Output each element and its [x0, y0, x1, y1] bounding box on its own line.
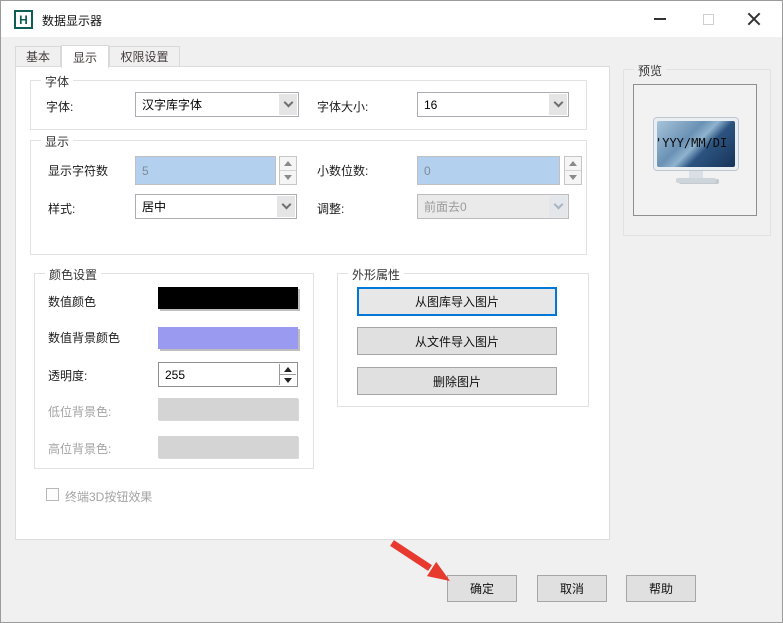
value-bg-color-swatch[interactable] — [158, 327, 298, 349]
decimals-down-icon[interactable] — [565, 171, 581, 184]
low-bg-color-swatch — [158, 398, 298, 420]
decimals-field[interactable]: 0 — [417, 156, 560, 185]
high-bg-color-swatch — [158, 436, 298, 458]
display-group-title: 显示 — [41, 133, 73, 150]
dialog-window: H 数据显示器 基本 显示 权限设置 字体 字体: 汉字库字体 字体大小: 16 — [0, 0, 783, 623]
ok-button-label: 确定 — [470, 580, 494, 597]
close-button[interactable] — [739, 5, 769, 33]
delete-image-button[interactable]: 删除图片 — [357, 367, 557, 395]
tab-basic-label: 基本 — [26, 48, 50, 65]
tab-display-label: 显示 — [73, 49, 97, 66]
adjust-select: 前面去0 — [417, 194, 569, 219]
preview-display-text: 'YYY/MM/DI — [655, 136, 727, 150]
adjust-dropdown-icon — [549, 196, 567, 217]
opacity-up-icon[interactable] — [280, 364, 296, 375]
font-size-dropdown-icon[interactable] — [549, 94, 567, 115]
style-select-value: 居中 — [142, 198, 166, 215]
cancel-button-label: 取消 — [560, 580, 584, 597]
font-select-dropdown-icon[interactable] — [279, 94, 297, 115]
minimize-icon — [654, 18, 666, 20]
tab-permissions[interactable]: 权限设置 — [109, 46, 180, 67]
monitor-base — [676, 178, 716, 183]
font-select[interactable]: 汉字库字体 — [135, 92, 299, 117]
font-group-title: 字体 — [41, 73, 73, 90]
app-icon: H — [14, 10, 33, 29]
style-select[interactable]: 居中 — [135, 194, 297, 219]
opacity-value: 255 — [165, 368, 185, 382]
close-icon — [747, 12, 761, 26]
preview-group-title: 预览 — [634, 62, 666, 79]
shape-group-title: 外形属性 — [348, 266, 404, 283]
maximize-icon — [703, 14, 714, 25]
char-count-value: 5 — [142, 164, 149, 178]
import-from-file-label: 从文件导入图片 — [415, 333, 499, 350]
style-dropdown-icon[interactable] — [277, 196, 295, 217]
char-count-label: 显示字符数 — [48, 162, 108, 179]
maximize-button — [693, 5, 723, 33]
adjust-label: 调整: — [317, 200, 344, 217]
high-bg-color-label: 高位背景色: — [48, 440, 111, 457]
cancel-button[interactable]: 取消 — [537, 575, 607, 602]
font-label: 字体: — [46, 98, 73, 115]
char-count-down-icon[interactable] — [280, 171, 296, 184]
import-from-file-button[interactable]: 从文件导入图片 — [357, 327, 557, 355]
window-title: 数据显示器 — [42, 12, 102, 29]
value-color-label: 数值颜色 — [48, 293, 96, 310]
delete-image-label: 删除图片 — [433, 373, 481, 390]
opacity-down-icon[interactable] — [280, 375, 296, 385]
tab-permissions-label: 权限设置 — [120, 48, 168, 65]
tab-basic[interactable]: 基本 — [15, 46, 61, 67]
char-count-stepper[interactable] — [279, 156, 297, 185]
help-button[interactable]: 帮助 — [626, 575, 696, 602]
opacity-spinner[interactable]: 255 — [158, 362, 298, 387]
opacity-label: 透明度: — [48, 367, 87, 384]
low-bg-color-label: 低位背景色: — [48, 403, 111, 420]
font-size-select[interactable]: 16 — [417, 92, 569, 117]
font-size-select-value: 16 — [424, 98, 437, 112]
decimals-stepper[interactable] — [564, 156, 582, 185]
decimals-up-icon[interactable] — [565, 157, 581, 171]
font-size-label: 字体大小: — [317, 98, 368, 115]
import-from-gallery-label: 从图库导入图片 — [415, 293, 499, 310]
color-group-title: 颜色设置 — [45, 266, 101, 283]
effect-3d-checkbox — [46, 488, 59, 501]
font-select-value: 汉字库字体 — [142, 96, 202, 113]
value-color-swatch[interactable] — [158, 287, 298, 309]
tab-display[interactable]: 显示 — [61, 45, 109, 68]
effect-3d-checkbox-label: 终端3D按钮效果 — [65, 488, 152, 505]
title-bar: H 数据显示器 — [1, 1, 782, 37]
minimize-button[interactable] — [645, 5, 675, 33]
import-from-gallery-button[interactable]: 从图库导入图片 — [357, 287, 557, 316]
decimals-label: 小数位数: — [317, 162, 368, 179]
decimals-value: 0 — [424, 164, 431, 178]
tab-page-display: 字体 字体: 汉字库字体 字体大小: 16 显示 显示字符数 5 小数位数: 0 — [15, 66, 610, 540]
value-bg-color-label: 数值背景颜色 — [48, 329, 120, 346]
style-label: 样式: — [48, 200, 75, 217]
help-button-label: 帮助 — [649, 580, 673, 597]
char-count-field[interactable]: 5 — [135, 156, 276, 185]
monitor-stand — [689, 171, 703, 178]
char-count-up-icon[interactable] — [280, 157, 296, 171]
adjust-select-value: 前面去0 — [424, 198, 467, 215]
annotation-arrow-icon — [381, 534, 461, 589]
